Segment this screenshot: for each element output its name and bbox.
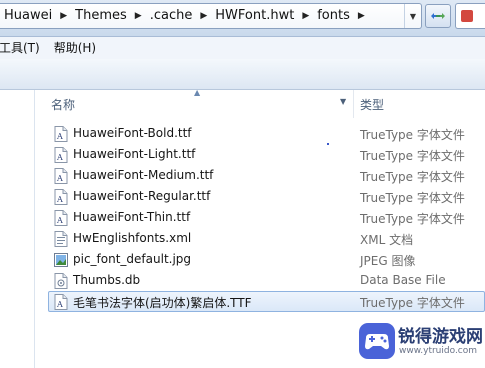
file-name: HuaweiFont-Medium.ttf xyxy=(73,168,214,182)
file-row[interactable]: HwEnglishfonts.xml XML 文档 xyxy=(48,228,485,249)
xml-file-icon xyxy=(54,231,68,247)
address-bar-row: Huawei ▶ Themes ▶ .cache ▶ HWFont.hwt ▶ fonts ▶ ▼ xyxy=(0,0,485,37)
command-toolbar xyxy=(0,59,485,90)
file-row[interactable]: A 毛笔书法字体(启功体)繁启体.TTF TrueType 字体文件 xyxy=(48,291,485,312)
file-row[interactable]: pic_font_default.jpg JPEG 图像 xyxy=(48,249,485,270)
svg-text:A: A xyxy=(56,174,63,183)
menu-bar: 工具(T) 帮助(H) xyxy=(0,37,485,59)
font-file-icon: A xyxy=(54,168,68,184)
file-row[interactable]: A HuaweiFont-Medium.ttf TrueType 字体文件 xyxy=(48,165,485,186)
breadcrumb-chevron-right-icon[interactable]: ▶ xyxy=(196,4,211,28)
watermark-url: www.ytruido.com xyxy=(399,346,478,356)
file-name: Thumbs.db xyxy=(73,273,141,287)
file-name: HwEnglishfonts.xml xyxy=(73,231,192,245)
gamepad-logo-icon xyxy=(359,323,395,359)
file-type: XML 文档 xyxy=(360,233,414,247)
column-header-type[interactable]: 类型 xyxy=(360,96,384,113)
breadcrumb: Huawei ▶ Themes ▶ .cache ▶ HWFont.hwt ▶ fonts ▶ xyxy=(0,4,369,28)
file-type: JPEG 图像 xyxy=(360,254,416,268)
site-watermark: 锐得游戏网 www.ytruido.com xyxy=(358,318,485,368)
file-row[interactable]: A HuaweiFont-Thin.ttf TrueType 字体文件 xyxy=(48,207,485,228)
menu-tools[interactable]: 工具(T) xyxy=(0,37,47,59)
image-file-icon xyxy=(54,253,68,267)
file-row[interactable]: A HuaweiFont-Bold.ttf TrueType 字体文件 xyxy=(48,123,485,144)
file-type: Data Base File xyxy=(360,273,446,287)
column-name-label: 名称 xyxy=(51,98,76,112)
svg-text:A: A xyxy=(56,216,63,225)
breadcrumb-item[interactable]: Themes xyxy=(71,4,131,28)
file-row[interactable]: A HuaweiFont-Regular.ttf TrueType 字体文件 xyxy=(48,186,485,207)
font-file-icon: A xyxy=(54,147,68,163)
file-type: TrueType 字体文件 xyxy=(360,128,465,142)
file-name: 毛笔书法字体(启功体)繁启体.TTF xyxy=(73,296,252,310)
search-input[interactable] xyxy=(455,3,485,29)
file-name: HuaweiFont-Bold.ttf xyxy=(73,126,192,140)
watermark-brand: 锐得游戏网 xyxy=(398,327,483,347)
file-row[interactable]: Thumbs.db Data Base File xyxy=(48,270,485,291)
file-row[interactable]: A HuaweiFont-Light.ttf TrueType 字体文件 xyxy=(48,144,485,165)
file-type: TrueType 字体文件 xyxy=(360,212,465,226)
breadcrumb-item[interactable]: HWFont.hwt xyxy=(211,4,298,28)
breadcrumb-chevron-right-icon[interactable]: ▶ xyxy=(131,4,146,28)
breadcrumb-item[interactable]: Huawei xyxy=(0,4,56,28)
refresh-icon xyxy=(431,13,445,19)
menu-help[interactable]: 帮助(H) xyxy=(47,37,103,59)
breadcrumb-item[interactable]: .cache xyxy=(146,4,197,28)
file-name: pic_font_default.jpg xyxy=(73,252,192,266)
address-history-chevron-down-icon[interactable]: ▼ xyxy=(404,4,421,28)
breadcrumb-item[interactable]: fonts xyxy=(313,4,354,28)
svg-text:A: A xyxy=(56,195,63,204)
file-type: TrueType 字体文件 xyxy=(360,149,465,163)
sort-ascending-icon: ▲ xyxy=(194,88,201,97)
breadcrumb-chevron-right-icon[interactable]: ▶ xyxy=(56,4,71,28)
refresh-button[interactable] xyxy=(425,4,451,28)
column-header-name[interactable]: ▲ 名称 ▼ xyxy=(36,88,354,118)
column-filter-chevron-down-icon[interactable]: ▼ xyxy=(340,97,346,106)
file-name: HuaweiFont-Light.ttf xyxy=(73,147,196,161)
cursor-dot xyxy=(327,143,329,145)
address-bar[interactable]: Huawei ▶ Themes ▶ .cache ▶ HWFont.hwt ▶ fonts ▶ ▼ xyxy=(0,3,422,29)
file-type: TrueType 字体文件 xyxy=(360,170,465,184)
breadcrumb-chevron-right-icon[interactable]: ▶ xyxy=(298,4,313,28)
breadcrumb-chevron-right-icon[interactable]: ▶ xyxy=(354,4,369,28)
svg-text:A: A xyxy=(56,132,63,141)
db-file-icon xyxy=(54,273,68,289)
search-icon xyxy=(461,10,473,22)
file-type: TrueType 字体文件 xyxy=(360,296,465,310)
svg-text:A: A xyxy=(56,300,63,309)
svg-text:A: A xyxy=(56,153,63,162)
file-name: HuaweiFont-Regular.ttf xyxy=(73,189,211,203)
column-header: ▲ 名称 ▼ 类型 xyxy=(36,88,485,118)
navigation-pane[interactable] xyxy=(0,90,35,368)
file-name: HuaweiFont-Thin.ttf xyxy=(73,210,191,224)
font-file-icon: A xyxy=(54,294,68,310)
font-file-icon: A xyxy=(54,126,68,142)
file-type: TrueType 字体文件 xyxy=(360,191,465,205)
font-file-icon: A xyxy=(54,189,68,205)
font-file-icon: A xyxy=(54,210,68,226)
